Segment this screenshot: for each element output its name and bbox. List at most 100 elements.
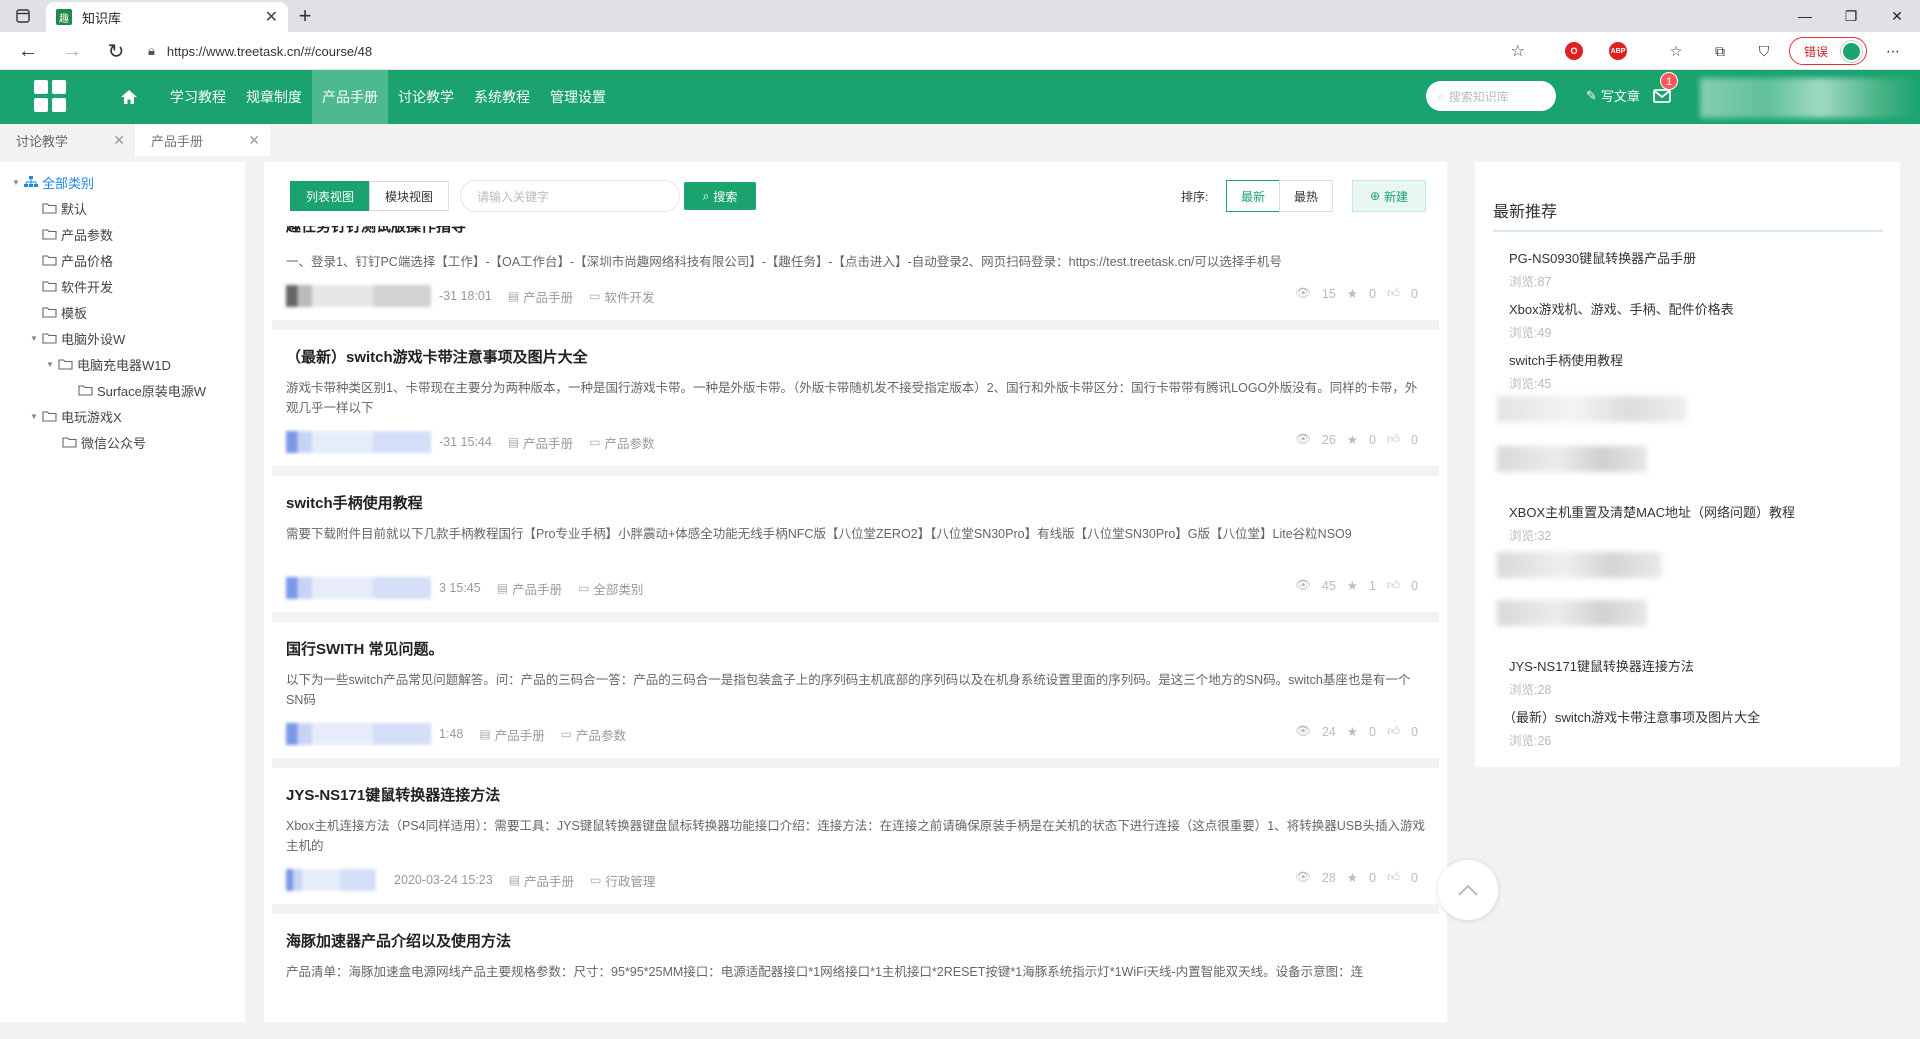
nav-product-manual[interactable]: 产品手册	[312, 70, 388, 124]
article-card[interactable]: switch手柄使用教程 需要下载附件目前就以下几款手柄教程国行【Pro专业手柄…	[272, 476, 1439, 622]
page-tab-discussion[interactable]: 讨论教学 ✕	[0, 124, 135, 156]
recommend-item-title[interactable]: XBOX主机重置及清楚MAC地址（网络问题）教程	[1509, 502, 1869, 521]
expand-arrow-icon[interactable]: ▼	[46, 360, 58, 369]
star-icon[interactable]: ★	[1347, 432, 1358, 447]
nav-rules[interactable]: 规章制度	[236, 70, 312, 124]
article-title[interactable]: （最新）switch游戏卡带注意事项及图片大全	[286, 346, 588, 367]
article-category[interactable]: 产品手册	[512, 579, 562, 598]
article-card[interactable]: 海豚加速器产品介绍以及使用方法 产品清单：海豚加速盒电源网线产品主要规格参数：尺…	[272, 914, 1439, 1022]
minimize-icon[interactable]: —	[1782, 0, 1828, 32]
article-card[interactable]: 国行SWITH 常见问题。 以下为一些switch产品常见问题解答。问：产品的三…	[272, 622, 1439, 768]
collections-icon[interactable]: ⧉	[1709, 40, 1731, 62]
recommend-item-title[interactable]: switch手柄使用教程	[1509, 350, 1869, 369]
page-tab-product-manual[interactable]: 产品手册 ✕	[135, 124, 270, 156]
tree-node-default[interactable]: 默认	[30, 196, 87, 220]
thumbs-up-icon[interactable]: 👍︎	[1387, 432, 1400, 447]
tree-node-pc-peripherals[interactable]: ▼ 电脑外设W	[30, 326, 125, 350]
tree-node-software-dev[interactable]: 软件开发	[30, 274, 113, 298]
block-view-button[interactable]: 模块视图	[369, 181, 449, 211]
tree-node-product-price[interactable]: 产品价格	[30, 248, 113, 272]
tree-node-wechat[interactable]: 微信公众号	[50, 430, 146, 454]
article-category[interactable]: 产品手册	[524, 871, 574, 890]
profile-error-button[interactable]: 错误	[1789, 37, 1867, 65]
new-article-button[interactable]: ⊕ 新建	[1352, 180, 1426, 212]
thumbs-up-icon[interactable]: 👍︎	[1387, 870, 1400, 885]
article-card[interactable]: （最新）switch游戏卡带注意事项及图片大全 游戏卡带种类区别1、卡带现在主要…	[272, 330, 1439, 476]
sort-newest-button[interactable]: 最新	[1226, 180, 1280, 212]
opera-extension-icon[interactable]: O	[1565, 42, 1583, 60]
favorite-star-icon[interactable]: ☆	[1511, 41, 1525, 61]
close-icon[interactable]: ✕	[248, 132, 260, 149]
list-view-button[interactable]: 列表视图	[290, 181, 370, 211]
back-to-top-button[interactable]	[1438, 860, 1498, 920]
thumbs-up-icon[interactable]: 👍︎	[1387, 724, 1400, 739]
recommend-item-blurred[interactable]	[1497, 600, 1647, 626]
home-icon[interactable]	[119, 87, 139, 107]
recommend-item[interactable]: XBOX主机重置及清楚MAC地址（网络问题）教程 浏览:32	[1509, 502, 1869, 544]
recommend-item-title[interactable]: （最新）switch游戏卡带注意事项及图片大全	[1503, 707, 1863, 726]
user-info-blurred[interactable]	[1700, 78, 1920, 118]
recommend-item-title[interactable]: Xbox游戏机、游戏、手柄、配件价格表	[1509, 299, 1869, 318]
close-window-icon[interactable]: ✕	[1874, 0, 1920, 32]
article-category[interactable]: 产品手册	[523, 287, 573, 306]
tree-node-root[interactable]: ▼ 全部类别	[12, 170, 94, 194]
favorites-icon[interactable]: ☆	[1665, 40, 1687, 62]
article-folder[interactable]: 行政管理	[605, 871, 655, 890]
tree-node-product-params[interactable]: 产品参数	[30, 222, 113, 246]
close-icon[interactable]: ✕	[113, 132, 125, 149]
tree-node-video-games[interactable]: ▼ 电玩游戏X	[30, 404, 122, 428]
recommend-item[interactable]: （最新）switch游戏卡带注意事项及图片大全 浏览:26	[1503, 707, 1863, 749]
forward-arrow-icon[interactable]: →	[58, 38, 86, 64]
new-tab-plus-icon[interactable]: +	[292, 4, 318, 30]
expand-arrow-icon[interactable]: ▼	[12, 178, 24, 187]
recommend-item[interactable]: switch手柄使用教程 浏览:45	[1509, 350, 1869, 392]
thumbs-up-icon[interactable]: 👍︎	[1387, 286, 1400, 301]
write-article-button[interactable]: ✎ 写文章	[1586, 86, 1640, 105]
recommend-item-blurred[interactable]	[1497, 446, 1647, 472]
expand-arrow-icon[interactable]: ▼	[30, 334, 42, 343]
recommend-item[interactable]: JYS-NS171键鼠转换器连接方法 浏览:28	[1509, 656, 1869, 698]
star-icon[interactable]: ★	[1347, 870, 1358, 885]
recommend-item-title[interactable]: PG-NS0930键鼠转换器产品手册	[1509, 248, 1869, 267]
nav-admin-settings[interactable]: 管理设置	[540, 70, 616, 124]
url-field[interactable]: 🔒︎ https://www.treetask.cn/#/course/48 ☆	[140, 37, 1535, 65]
article-folder[interactable]: 产品参数	[605, 433, 655, 452]
article-title[interactable]: 国行SWITH 常见问题。	[286, 638, 444, 659]
thumbs-up-icon[interactable]: 👍︎	[1387, 578, 1400, 593]
expand-arrow-icon[interactable]: ▼	[30, 412, 42, 421]
recommend-item[interactable]: PG-NS0930键鼠转换器产品手册 浏览:87	[1509, 248, 1869, 290]
recommend-item-blurred[interactable]	[1497, 396, 1687, 422]
back-arrow-icon[interactable]: ←	[14, 38, 42, 64]
recommend-item-title[interactable]: JYS-NS171键鼠转换器连接方法	[1509, 656, 1869, 675]
recommend-item[interactable]: Xbox游戏机、游戏、手柄、配件价格表 浏览:49	[1509, 299, 1869, 341]
knowledge-search-input[interactable]: ⌕ 搜索知识库	[1426, 81, 1556, 111]
keyword-input[interactable]: 请输入关键字	[460, 180, 680, 212]
browser-tab[interactable]: 趣 知识库 ✕	[46, 2, 288, 32]
article-title[interactable]: switch手柄使用教程	[286, 492, 423, 513]
adblock-extension-icon[interactable]: ABP	[1609, 42, 1627, 60]
article-folder[interactable]: 全部类别	[593, 579, 643, 598]
search-button[interactable]: ⌕ 搜索	[684, 182, 756, 210]
restore-icon[interactable]: ❐	[1828, 0, 1874, 32]
star-icon[interactable]: ★	[1347, 578, 1358, 593]
article-card[interactable]: JYS-NS171键鼠转换器连接方法 Xbox主机连接方法（PS4同样适用）：需…	[272, 768, 1439, 914]
more-menu-icon[interactable]: ⋯	[1882, 40, 1904, 62]
article-folder[interactable]: 软件开发	[605, 287, 655, 306]
sort-hottest-button[interactable]: 最热	[1279, 180, 1333, 212]
star-icon[interactable]: ★	[1347, 286, 1358, 301]
article-category[interactable]: 产品手册	[495, 725, 545, 744]
nav-learning[interactable]: 学习教程	[160, 70, 236, 124]
article-title[interactable]: JYS-NS171键鼠转换器连接方法	[286, 784, 500, 805]
article-title[interactable]: 海豚加速器产品介绍以及使用方法	[286, 930, 511, 951]
tab-actions-icon[interactable]	[0, 0, 46, 32]
shield-extension-icon[interactable]: ⛉	[1753, 40, 1775, 62]
tree-node-template[interactable]: 模板	[30, 300, 87, 324]
recommend-item-blurred[interactable]	[1497, 552, 1662, 578]
nav-system-tutorial[interactable]: 系统教程	[464, 70, 540, 124]
app-grid-logo-icon[interactable]	[34, 80, 66, 112]
reload-icon[interactable]: ↻	[102, 38, 130, 64]
tab-close-icon[interactable]: ✕	[265, 7, 278, 27]
tree-node-pc-charger[interactable]: ▼ 电脑充电器W1D	[46, 352, 171, 376]
article-category[interactable]: 产品手册	[523, 433, 573, 452]
star-icon[interactable]: ★	[1347, 724, 1358, 739]
